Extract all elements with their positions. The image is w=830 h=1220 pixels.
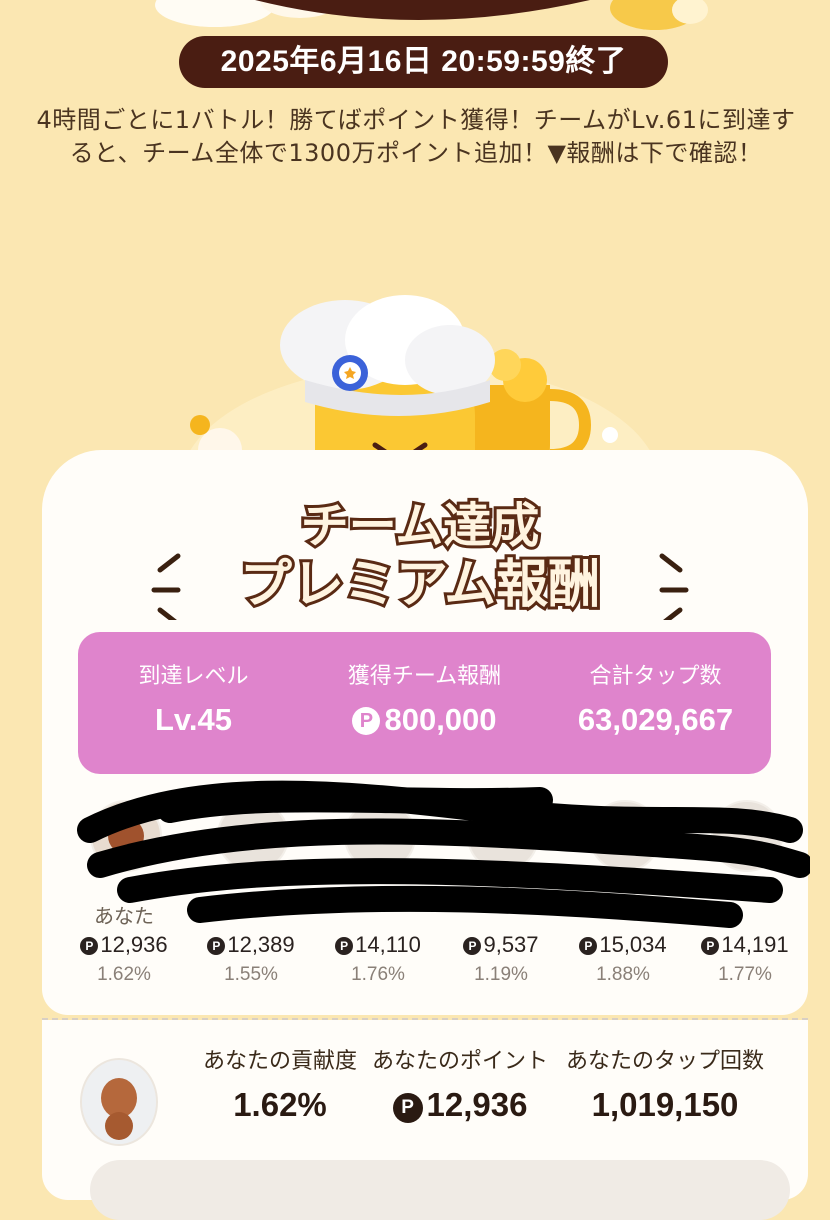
your-points-label: あなたのポイント (371, 1049, 548, 1074)
member-points: P 12,936 (62, 932, 186, 958)
team-reward-value-wrap: P 800,000 (309, 702, 540, 738)
reached-level-label: 到達レベル (138, 664, 249, 689)
member-points: P 14,191 (683, 932, 807, 958)
point-coin-icon: P (207, 937, 226, 955)
point-coin-icon: P (701, 937, 720, 955)
your-taps-value: 1,019,150 (591, 1086, 739, 1123)
team-reward-value: 800,000 (384, 702, 497, 737)
member-percentage: 1.88% (596, 964, 650, 985)
banner-art (155, 0, 708, 30)
point-coin-icon: P (352, 707, 381, 735)
member-percentage: 1.77% (718, 964, 772, 985)
my-avatar (80, 1058, 158, 1146)
member-points: P 15,034 (561, 932, 685, 958)
total-taps-label: 合計タップ数 (589, 664, 722, 689)
point-coin-icon: P (463, 937, 482, 955)
event-end-time: 2025年6月16日 20:59:59終了 (179, 36, 668, 88)
premium-reward-title: チーム達成 プレミアム報酬 (151, 495, 689, 620)
your-contribution-stat: あなたの貢献度 1.62% (200, 1046, 360, 1124)
member-points: P 9,537 (439, 932, 563, 958)
team-stats-card: 到達レベル Lv.45 獲得チーム報酬 P 800,000 合計タップ数 63,0… (78, 632, 771, 774)
member-percentage: 1.76% (351, 964, 405, 985)
team-reward-label: 獲得チーム報酬 (347, 664, 502, 689)
redaction-scribble (77, 780, 810, 928)
member-points: P 14,110 (316, 932, 440, 958)
member-percentage: 1.62% (97, 964, 151, 985)
point-coin-icon: P (335, 937, 354, 955)
your-points-value-wrap: P 12,936 (370, 1086, 550, 1124)
total-taps-value: 63,029,667 (577, 702, 734, 737)
your-contribution-value: 1.62% (233, 1086, 327, 1123)
title-line-2: プレミアム報酬 (240, 555, 600, 615)
your-points-value: 12,936 (426, 1086, 528, 1123)
member-points: P 12,389 (189, 932, 313, 958)
your-contribution-label: あなたの貢献度 (202, 1049, 357, 1074)
point-coin-icon: P (579, 937, 598, 955)
point-coin-icon: P (80, 937, 99, 955)
member-percentage: 1.55% (224, 964, 278, 985)
next-section-card (90, 1160, 790, 1220)
title-line-1: チーム達成 (301, 498, 540, 554)
event-description: 4時間ごとに1バトル！勝てばポイント獲得！チームがLv.61に到達すると、チーム… (36, 106, 796, 167)
your-taps-stat: あなたのタップ回数 1,019,150 (560, 1046, 770, 1124)
member-percentage: 1.19% (474, 964, 528, 985)
your-taps-label: あなたのタップ回数 (565, 1049, 764, 1074)
point-coin-icon: P (392, 1093, 423, 1123)
reached-level-value: Lv.45 (155, 702, 232, 737)
your-points-stat: あなたのポイント P 12,936 (370, 1046, 550, 1124)
